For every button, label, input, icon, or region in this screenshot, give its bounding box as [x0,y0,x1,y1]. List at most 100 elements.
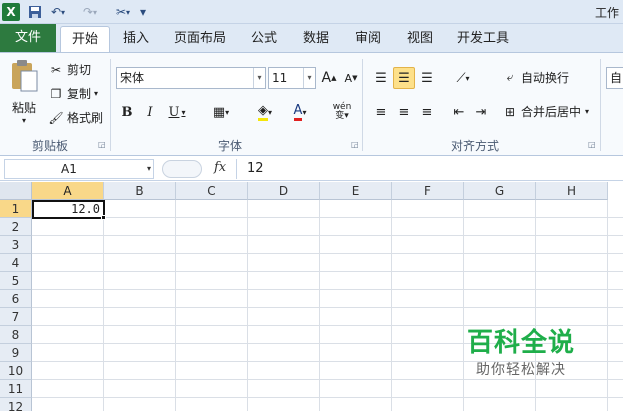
tab-view[interactable]: 视图 [398,26,442,52]
undo-icon[interactable]: ↶ ▾ [48,3,68,21]
increase-indent-icon: ⇥ [475,104,487,120]
customize-qat-icon[interactable]: ▾ [138,3,148,21]
align-bottom-button[interactable]: ☰ [416,67,438,89]
copy-dropdown-icon: ▾ [94,89,99,98]
tab-developer[interactable]: 开发工具 [450,26,516,52]
copy-button[interactable]: ❐ 复制 ▾ [48,85,98,102]
row-header-9[interactable]: 9 [0,344,32,362]
formula-bar-resizer[interactable] [162,160,202,178]
save-icon[interactable] [26,3,44,21]
font-launcher-icon[interactable]: ◲ [351,140,359,149]
clipboard-launcher-icon[interactable]: ◲ [98,140,106,149]
row-header-4[interactable]: 4 [0,254,32,272]
align-right-button[interactable]: ≡ [416,101,438,123]
align-top-button[interactable]: ☰ [370,67,392,89]
bold-icon: B [121,104,133,120]
fill-bucket-icon: ◈ [257,103,268,121]
shrink-font-icon: A [344,71,353,85]
paste-dropdown-icon: ▾ [21,116,26,125]
column-header-b[interactable]: B [104,182,176,200]
orientation-button[interactable]: ⟋ ▾ [448,67,478,89]
borders-icon: ▦ [212,104,226,120]
font-size-combo[interactable]: 11 ▾ [268,67,316,89]
tab-review[interactable]: 审阅 [346,26,390,52]
alignment-launcher-icon[interactable]: ◲ [588,140,596,149]
column-header-e[interactable]: E [320,182,392,200]
tab-formulas[interactable]: 公式 [242,26,286,52]
group-divider [110,59,111,151]
active-cell-a1[interactable]: 12.0 [32,200,105,219]
grid-row-line [32,217,623,218]
grid-row-line [32,271,623,272]
align-left-button[interactable]: ≡ [370,101,392,123]
copy-label: 复制 [67,87,92,101]
column-header-d[interactable]: D [248,182,320,200]
tab-data[interactable]: 数据 [294,26,338,52]
font-name-combo[interactable]: 宋体 ▾ [116,67,266,89]
paste-button[interactable]: 粘贴 ▾ [6,59,42,135]
phonetic-button[interactable]: wén 变▾ [326,101,358,123]
underline-button[interactable]: U ▾ [162,101,192,123]
tools-icon[interactable]: ✂ ▾ [112,3,134,21]
row-header-5[interactable]: 5 [0,272,32,290]
font-color-button[interactable]: A ▾ [284,101,316,123]
align-center-icon: ≡ [398,104,410,120]
merge-center-label: 合并后居中 [521,105,582,119]
font-name-dropdown-icon[interactable]: ▾ [253,68,265,88]
grid-row-line [32,289,623,290]
format-painter-button[interactable]: 🖌 格式刷 [48,109,103,126]
ribbon-tabs: 文件 开始 插入 页面布局 公式 数据 审阅 视图 开发工具 [0,24,623,52]
column-header-h[interactable]: H [536,182,608,200]
borders-button[interactable]: ▦ ▾ [204,101,238,123]
merge-dropdown-icon: ▾ [585,107,590,116]
merge-center-button[interactable]: ⊞ 合并后居中 ▾ [502,103,589,120]
underline-icon: U [168,104,180,120]
column-header-c[interactable]: C [176,182,248,200]
formula-input[interactable]: 12 [236,159,623,179]
column-header-a[interactable]: A [32,182,104,200]
row-header-11[interactable]: 11 [0,380,32,398]
italic-button[interactable]: I [139,101,161,123]
decrease-indent-icon: ⇤ [453,104,465,120]
fill-color-button[interactable]: ◈ ▾ [248,101,282,123]
insert-function-icon[interactable]: fx [214,160,226,175]
redo-icon[interactable]: ↷ ▾ [80,3,100,21]
shrink-font-button[interactable]: A ▼ [340,67,362,89]
grow-font-button[interactable]: A ▲ [318,67,340,89]
copy-icon: ❐ [50,86,62,101]
decrease-indent-button[interactable]: ⇤ [448,101,470,123]
row-header-1[interactable]: 1 [0,200,32,218]
font-size-dropdown-icon[interactable]: ▾ [303,68,315,88]
paste-label: 粘贴 [11,101,36,115]
tab-home[interactable]: 开始 [60,26,110,52]
align-bottom-icon: ☰ [421,70,433,86]
cut-button[interactable]: ✂ 剪切 [48,61,91,78]
row-header-7[interactable]: 7 [0,308,32,326]
excel-logo-icon[interactable]: X [2,3,20,21]
increase-indent-button[interactable]: ⇥ [470,101,492,123]
bold-button[interactable]: B [116,101,138,123]
number-format-combo[interactable]: 自 [606,67,623,89]
align-middle-icon: ☰ [398,70,410,86]
row-header-3[interactable]: 3 [0,236,32,254]
name-box-dropdown-icon[interactable]: ▾ [147,160,151,178]
row-header-6[interactable]: 6 [0,290,32,308]
select-all-corner[interactable] [0,182,32,200]
watermark-subtitle: 助你轻松解决 [476,362,566,378]
tab-file[interactable]: 文件 [0,24,56,52]
tab-page-layout[interactable]: 页面布局 [168,26,232,52]
wrap-text-button[interactable]: ⤶ 自动换行 [502,69,569,86]
name-box[interactable]: A1 ▾ [4,159,154,179]
align-middle-button[interactable]: ☰ [393,67,415,89]
row-header-10[interactable]: 10 [0,362,32,380]
row-header-2[interactable]: 2 [0,218,32,236]
tab-insert[interactable]: 插入 [114,26,158,52]
fill-handle[interactable] [101,215,106,220]
font-group-label: 字体 [217,139,242,153]
row-header-8[interactable]: 8 [0,326,32,344]
column-header-g[interactable]: G [464,182,536,200]
align-center-button[interactable]: ≡ [393,101,415,123]
column-header-f[interactable]: F [392,182,464,200]
row-header-12[interactable]: 12 [0,398,32,411]
brush-icon: 🖌 [48,110,64,125]
